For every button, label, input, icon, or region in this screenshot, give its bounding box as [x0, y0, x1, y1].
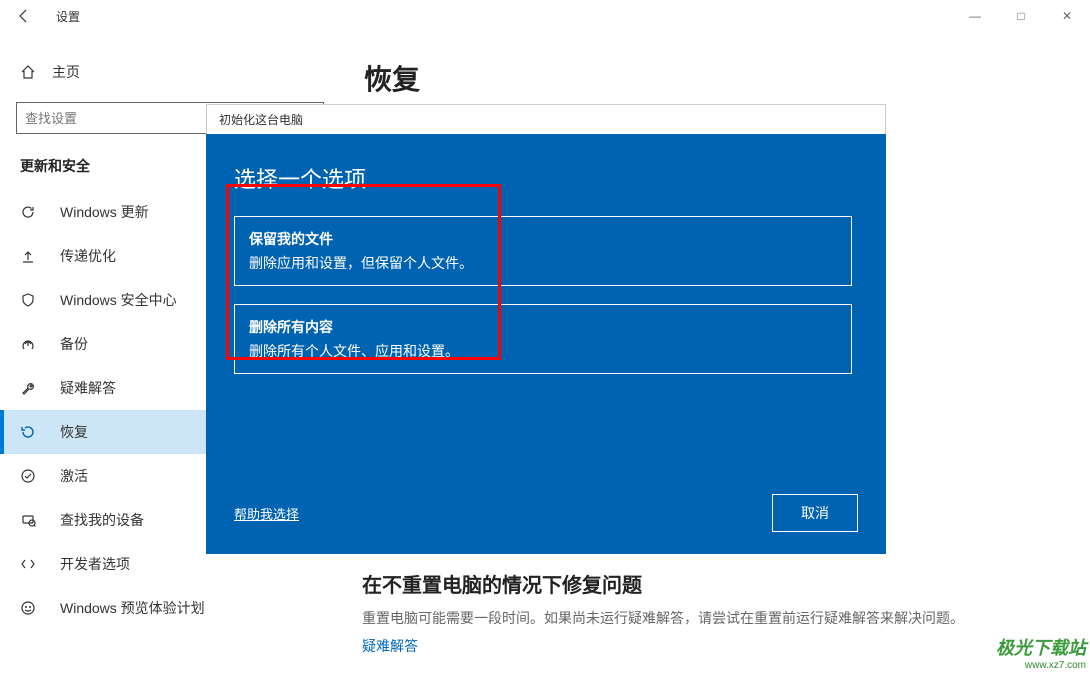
insider-icon — [20, 600, 38, 616]
repair-heading: 在不重置电脑的情况下修复问题 — [362, 569, 1070, 598]
recovery-icon — [20, 424, 38, 440]
code-icon — [20, 556, 38, 572]
sidebar-item-label: Windows 预览体验计划 — [60, 598, 205, 618]
watermark-brand: 极光下载站 — [996, 638, 1086, 660]
page-title: 恢复 — [364, 58, 1066, 98]
maximize-button[interactable]: □ — [998, 0, 1044, 32]
dialog-heading: 选择一个选项 — [234, 162, 858, 194]
option-keep-files[interactable]: 保留我的文件 删除应用和设置，但保留个人文件。 — [234, 216, 852, 286]
sidebar-item-label: 查找我的设备 — [60, 510, 144, 530]
option-desc: 删除应用和设置，但保留个人文件。 — [249, 253, 837, 273]
wrench-icon — [20, 380, 38, 396]
back-button[interactable] — [0, 0, 48, 32]
sidebar-item-label: 备份 — [60, 334, 88, 354]
sidebar-item-label: 疑难解答 — [60, 378, 116, 398]
locate-icon — [20, 512, 38, 528]
option-desc: 删除所有个人文件、应用和设置。 — [249, 341, 837, 361]
sidebar-item-label: 激活 — [60, 466, 88, 486]
option-remove-everything[interactable]: 删除所有内容 删除所有个人文件、应用和设置。 — [234, 304, 852, 374]
sidebar-item-label: 传递优化 — [60, 246, 116, 266]
cancel-button[interactable]: 取消 — [772, 494, 858, 532]
sidebar-item-insider[interactable]: Windows 预览体验计划 — [0, 586, 340, 630]
option-title: 保留我的文件 — [249, 229, 837, 249]
sidebar-item-label: 开发者选项 — [60, 554, 130, 574]
close-button[interactable]: ✕ — [1044, 0, 1090, 32]
sidebar-item-label: 恢复 — [60, 422, 88, 442]
watermark-url: www.xz7.com — [996, 660, 1086, 672]
check-icon — [20, 468, 38, 484]
minimize-button[interactable]: — — [952, 0, 998, 32]
reset-pc-dialog: 初始化这台电脑 选择一个选项 保留我的文件 删除应用和设置，但保留个人文件。 删… — [206, 104, 886, 554]
watermark: 极光下载站 www.xz7.com — [996, 638, 1086, 672]
upload-icon — [20, 248, 38, 264]
window-title: 设置 — [56, 8, 80, 25]
home-label: 主页 — [52, 62, 80, 82]
repair-text: 重置电脑可能需要一段时间。如果尚未运行疑难解答，请尝试在重置前运行疑难解答来解决… — [362, 608, 1070, 628]
help-me-choose-link[interactable]: 帮助我选择 — [234, 504, 299, 523]
option-title: 删除所有内容 — [249, 317, 837, 337]
sidebar-item-label: Windows 安全中心 — [60, 290, 177, 310]
home-link[interactable]: 主页 — [0, 52, 340, 92]
sidebar-item-label: Windows 更新 — [60, 202, 149, 222]
home-icon — [20, 64, 36, 80]
backup-icon — [20, 336, 38, 352]
dialog-title: 初始化这台电脑 — [206, 104, 886, 134]
shield-icon — [20, 292, 38, 308]
troubleshoot-link[interactable]: 疑难解答 — [362, 636, 1070, 656]
refresh-icon — [20, 204, 38, 220]
repair-section: 在不重置电脑的情况下修复问题 重置电脑可能需要一段时间。如果尚未运行疑难解答，请… — [362, 569, 1070, 656]
